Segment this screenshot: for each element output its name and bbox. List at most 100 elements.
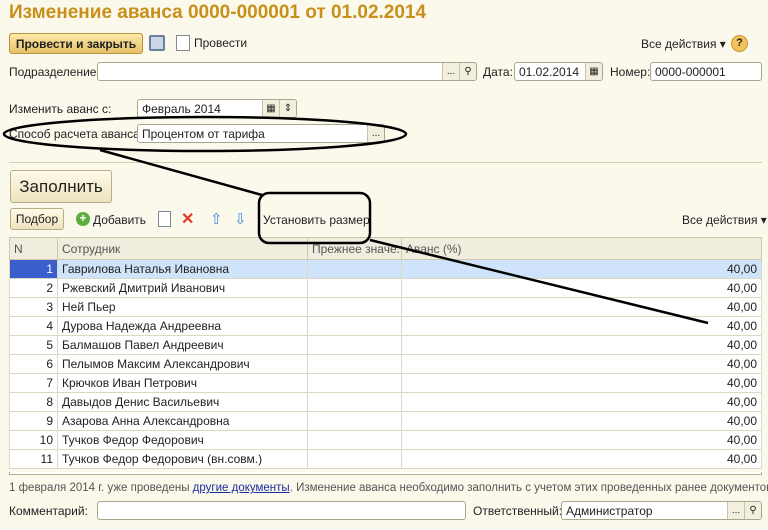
previous-value[interactable] bbox=[307, 411, 402, 431]
previous-value[interactable] bbox=[307, 316, 402, 336]
responsible-input[interactable]: Администратор... ⚲ bbox=[561, 501, 762, 520]
table-row[interactable]: 10 Тучков Федор Федорович 40,00 bbox=[9, 430, 762, 450]
delete-icon[interactable]: ✕ bbox=[181, 209, 194, 229]
search-icon[interactable]: ⚲ bbox=[459, 63, 476, 80]
page-title: Изменение аванса 0000-000001 от 01.02.20… bbox=[9, 2, 427, 23]
advance-value[interactable]: 40,00 bbox=[401, 430, 762, 450]
row-number[interactable]: 6 bbox=[9, 354, 58, 374]
table-row[interactable]: 1 Гаврилова Наталья Ивановна 40,00 bbox=[9, 259, 762, 279]
employee-name[interactable]: Ней Пьер bbox=[57, 297, 308, 317]
other-documents-link[interactable]: другие документы bbox=[193, 482, 290, 494]
row-number[interactable]: 3 bbox=[9, 297, 58, 317]
table-row[interactable]: 9 Азарова Анна Александровна 40,00 bbox=[9, 411, 762, 431]
number-label: Номер: bbox=[610, 65, 651, 79]
advance-value[interactable]: 40,00 bbox=[401, 392, 762, 412]
row-number[interactable]: 9 bbox=[9, 411, 58, 431]
employee-name[interactable]: Дурова Надежда Андреевна bbox=[57, 316, 308, 336]
employees-table[interactable]: N Сотрудник Прежнее значе... Аванс (%) 1… bbox=[9, 237, 762, 469]
column-header-n[interactable]: N bbox=[9, 237, 58, 260]
calendar-icon[interactable]: ▦ bbox=[585, 63, 602, 80]
employee-name[interactable]: Тучков Федор Федорович (вн.совм.) bbox=[57, 449, 308, 469]
previous-value[interactable] bbox=[307, 354, 402, 374]
previous-value[interactable] bbox=[307, 278, 402, 298]
table-row[interactable]: 7 Крючков Иван Петрович 40,00 bbox=[9, 373, 762, 393]
table-row[interactable]: 6 Пелымов Максим Александрович 40,00 bbox=[9, 354, 762, 374]
post-and-close-button[interactable]: Провести и закрыть bbox=[9, 33, 143, 54]
previous-value[interactable] bbox=[307, 335, 402, 355]
employee-name[interactable]: Азарова Анна Александровна bbox=[57, 411, 308, 431]
move-down-icon[interactable]: ⇩ bbox=[234, 210, 247, 228]
row-number[interactable]: 10 bbox=[9, 430, 58, 450]
advance-value[interactable]: 40,00 bbox=[401, 297, 762, 317]
advance-value[interactable]: 40,00 bbox=[401, 335, 762, 355]
change-from-input[interactable]: Февраль 2014 ▦ ⇕ bbox=[137, 99, 297, 118]
row-number[interactable]: 1 bbox=[9, 259, 58, 279]
column-header-advance[interactable]: Аванс (%) bbox=[401, 237, 762, 260]
previous-value[interactable] bbox=[307, 297, 402, 317]
employee-name[interactable]: Пелымов Максим Александрович bbox=[57, 354, 308, 374]
column-header-employee[interactable]: Сотрудник bbox=[57, 237, 308, 260]
number-value: 0000-000001 bbox=[655, 64, 726, 79]
divider bbox=[9, 162, 762, 163]
post-document-icon[interactable] bbox=[176, 35, 190, 51]
employee-name[interactable]: Гаврилова Наталья Ивановна bbox=[57, 259, 308, 279]
column-header-previous[interactable]: Прежнее значе... bbox=[307, 237, 402, 260]
row-number[interactable]: 7 bbox=[9, 373, 58, 393]
advance-value[interactable]: 40,00 bbox=[401, 354, 762, 374]
move-up-icon[interactable]: ⇧ bbox=[210, 210, 223, 228]
division-input[interactable]: ... ⚲ bbox=[97, 62, 477, 81]
previous-value[interactable] bbox=[307, 449, 402, 469]
previous-value[interactable] bbox=[307, 392, 402, 412]
method-value: Процентом от тарифа bbox=[142, 126, 265, 141]
add-button[interactable]: Добавить bbox=[93, 213, 146, 227]
employee-name[interactable]: Балмашов Павел Андреевич bbox=[57, 335, 308, 355]
select-icon[interactable]: ... bbox=[367, 125, 384, 142]
number-input[interactable]: 0000-000001 bbox=[650, 62, 762, 81]
employee-name[interactable]: Ржевский Дмитрий Иванович bbox=[57, 278, 308, 298]
responsible-value: Администратор bbox=[566, 503, 653, 518]
set-size-button[interactable]: Установить размер bbox=[263, 213, 370, 227]
previous-value[interactable] bbox=[307, 430, 402, 450]
method-label: Способ расчета аванса: bbox=[9, 127, 144, 141]
row-number[interactable]: 4 bbox=[9, 316, 58, 336]
all-actions-menu[interactable]: Все действия ▾ bbox=[641, 37, 726, 51]
table-row[interactable]: 2 Ржевский Дмитрий Иванович 40,00 bbox=[9, 278, 762, 298]
advance-value[interactable]: 40,00 bbox=[401, 449, 762, 469]
table-row[interactable]: 3 Ней Пьер 40,00 bbox=[9, 297, 762, 317]
advance-value[interactable]: 40,00 bbox=[401, 373, 762, 393]
table-row[interactable]: 5 Балмашов Павел Андреевич 40,00 bbox=[9, 335, 762, 355]
table-row[interactable]: 11 Тучков Федор Федорович (вн.совм.) 40,00 bbox=[9, 449, 762, 469]
advance-value[interactable]: 40,00 bbox=[401, 316, 762, 336]
save-icon[interactable] bbox=[149, 35, 165, 51]
table-row[interactable]: 4 Дурова Надежда Андреевна 40,00 bbox=[9, 316, 762, 336]
employee-name[interactable]: Тучков Федор Федорович bbox=[57, 430, 308, 450]
date-input[interactable]: 01.02.2014 ▦ bbox=[514, 62, 603, 81]
calendar-icon[interactable]: ▦ bbox=[262, 100, 279, 117]
fill-button[interactable]: Заполнить bbox=[10, 170, 112, 203]
notice-text: 1 февраля 2014 г. уже проведены другие д… bbox=[9, 482, 768, 494]
date-label: Дата: bbox=[483, 65, 513, 79]
previous-value[interactable] bbox=[307, 259, 402, 279]
table-all-actions-menu[interactable]: Все действия ▾ bbox=[682, 213, 767, 227]
post-button[interactable]: Провести bbox=[194, 36, 247, 50]
advance-value[interactable]: 40,00 bbox=[401, 411, 762, 431]
search-icon[interactable]: ⚲ bbox=[744, 502, 761, 519]
advance-value[interactable]: 40,00 bbox=[401, 259, 762, 279]
row-number[interactable]: 2 bbox=[9, 278, 58, 298]
spin-icon[interactable]: ⇕ bbox=[279, 100, 296, 117]
help-icon[interactable]: ? bbox=[731, 35, 748, 52]
advance-value[interactable]: 40,00 bbox=[401, 278, 762, 298]
comment-input[interactable] bbox=[97, 501, 466, 520]
table-row[interactable]: 8 Давыдов Денис Васильевич 40,00 bbox=[9, 392, 762, 412]
row-number[interactable]: 5 bbox=[9, 335, 58, 355]
previous-value[interactable] bbox=[307, 373, 402, 393]
pick-button[interactable]: Подбор bbox=[10, 208, 64, 230]
employee-name[interactable]: Давыдов Денис Васильевич bbox=[57, 392, 308, 412]
copy-icon[interactable] bbox=[158, 211, 171, 227]
row-number[interactable]: 8 bbox=[9, 392, 58, 412]
employee-name[interactable]: Крючков Иван Петрович bbox=[57, 373, 308, 393]
method-input[interactable]: Процентом от тарифа... bbox=[137, 124, 385, 143]
row-number[interactable]: 11 bbox=[9, 449, 58, 469]
select-icon[interactable]: ... bbox=[442, 63, 459, 80]
select-icon[interactable]: ... bbox=[727, 502, 744, 519]
